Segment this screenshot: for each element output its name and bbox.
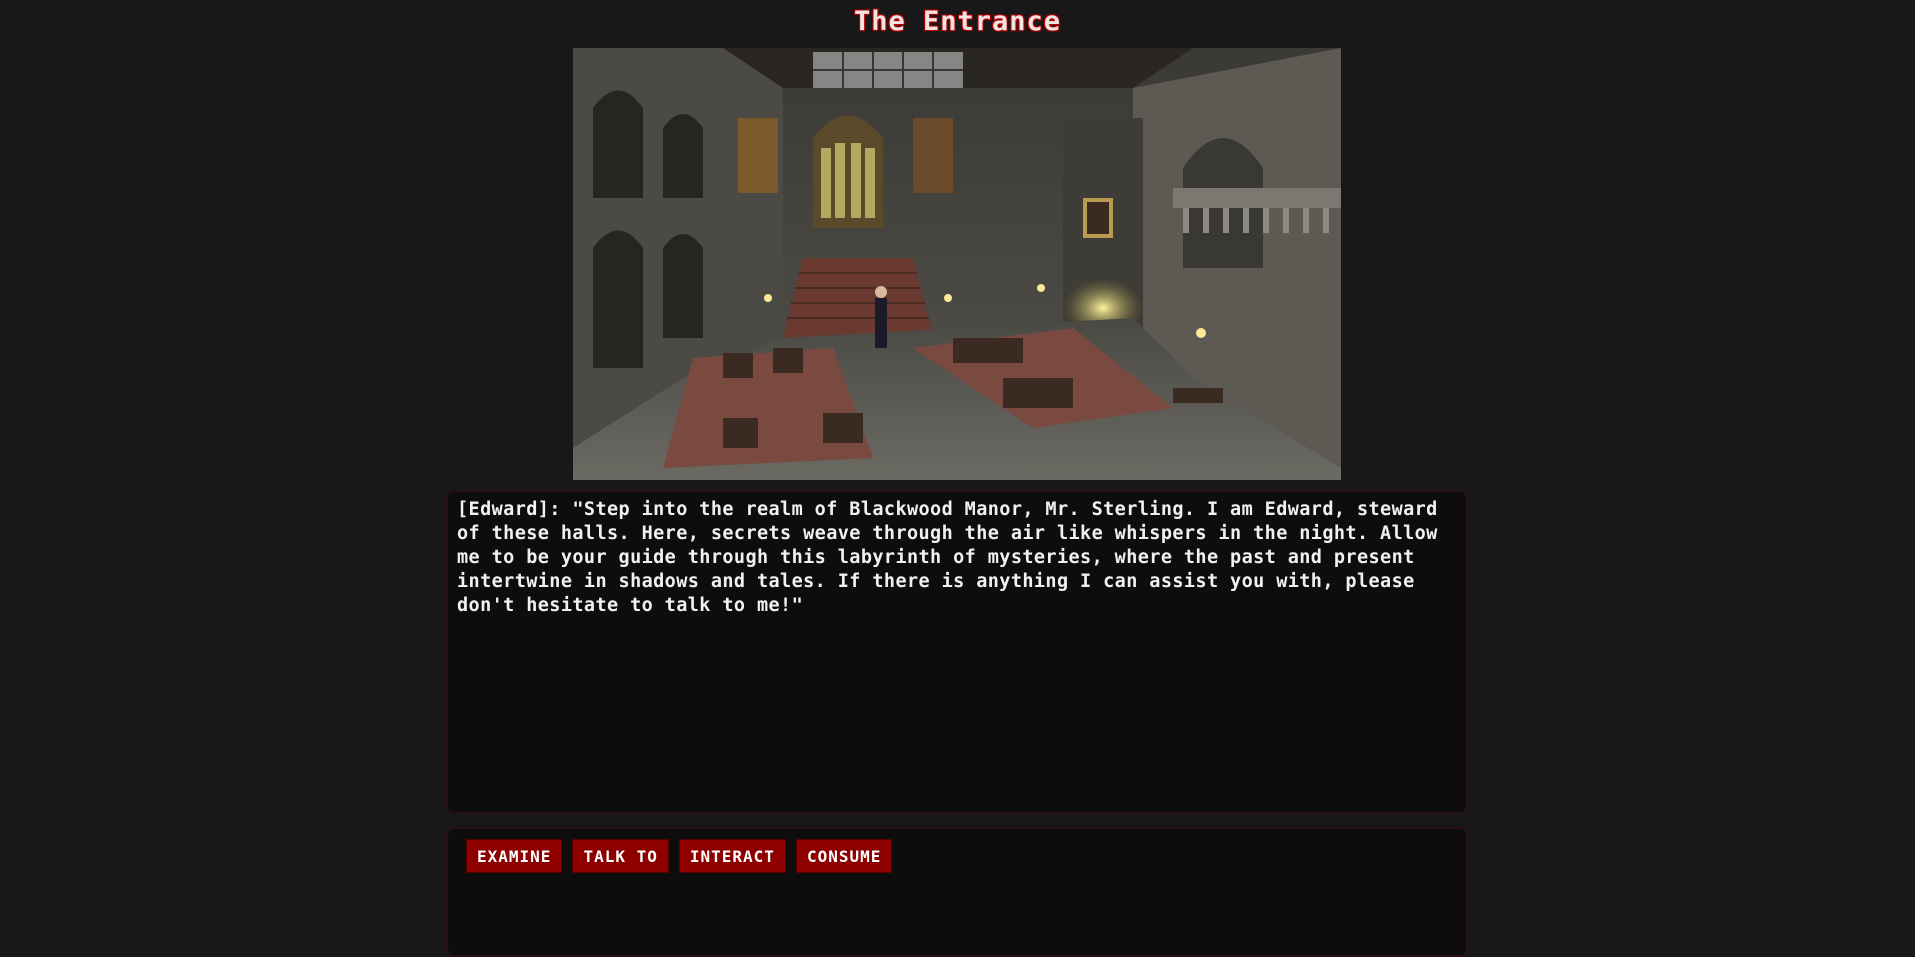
interact-button[interactable]: INTERACT [678,839,786,873]
action-panel: EXAMINE TALK TO INTERACT CONSUME [446,827,1468,957]
scene-image[interactable] [573,48,1341,480]
dialog-text: [Edward]: "Step into the realm of Blackw… [457,499,1438,616]
manor-hall-illustration [573,48,1341,480]
examine-button[interactable]: EXAMINE [466,839,563,873]
talk-to-button[interactable]: TALK TO [572,839,669,873]
action-buttons: EXAMINE TALK TO INTERACT CONSUME [466,839,1448,873]
location-title: The Entrance [853,6,1062,37]
consume-button[interactable]: CONSUME [795,839,893,873]
dialog-box: [Edward]: "Step into the realm of Blackw… [446,490,1468,814]
